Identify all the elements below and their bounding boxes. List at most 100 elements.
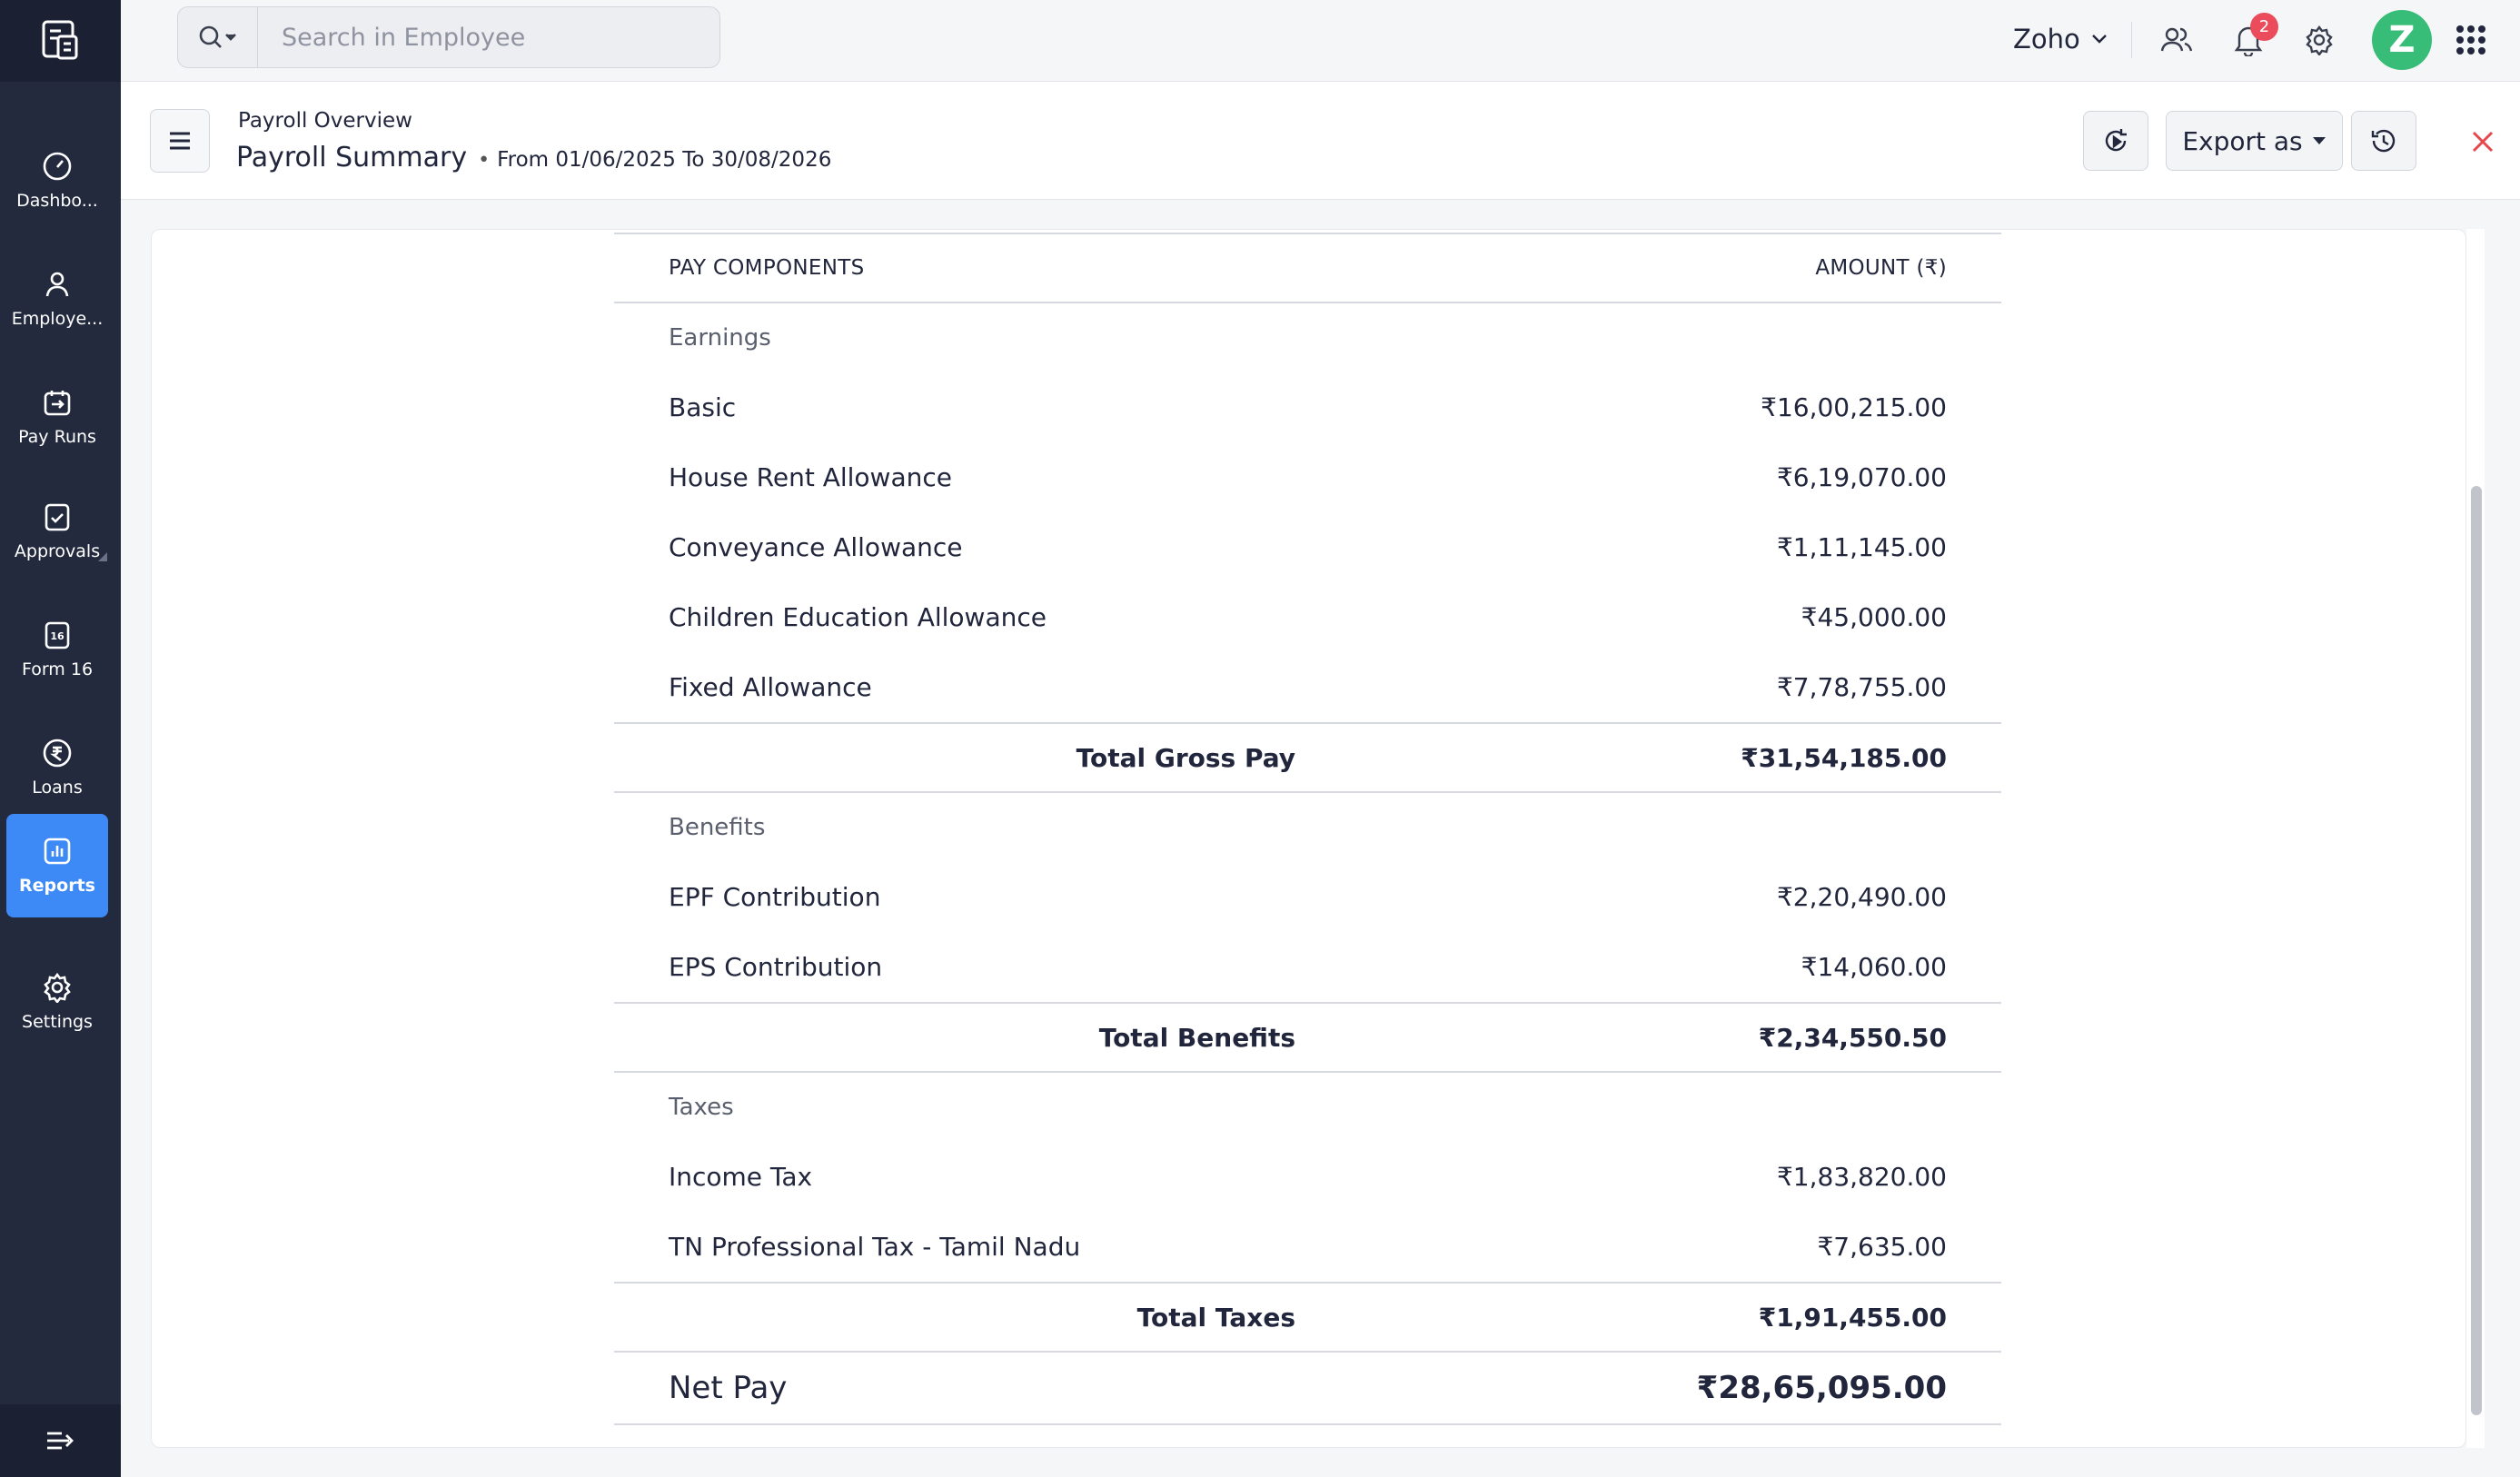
sidebar-item-form16[interactable]: 16 Form 16 [6, 598, 108, 701]
sidebar-item-label: Employe... [11, 309, 104, 329]
hamburger-icon [170, 132, 190, 150]
sidebar-item-label: Approvals [14, 541, 101, 561]
table-row: Children Education Allowance ₹45,000.00 [614, 582, 2001, 652]
app-launcher-button[interactable] [2451, 20, 2491, 60]
component-name: House Rent Allowance [669, 462, 952, 492]
sidebar-item-approvals[interactable]: Approvals [6, 480, 108, 583]
sidebar-item-label: Dashbo... [16, 191, 98, 211]
page-title-block: Payroll Summary • From 01/06/2025 To 30/… [236, 142, 831, 173]
sidebar-item-employees[interactable]: Employe... [6, 247, 108, 351]
settings-button[interactable] [2299, 20, 2339, 60]
reports-chart-icon [44, 838, 71, 865]
sidebar-item-label: Form 16 [21, 659, 94, 679]
search-icon [199, 25, 236, 48]
chevron-down-icon [2091, 35, 2107, 44]
report-menu-button[interactable] [150, 109, 210, 173]
table-row: EPS Contribution ₹14,060.00 [614, 932, 2001, 1002]
gear-icon [44, 972, 71, 1003]
title-separator: • [478, 149, 491, 172]
approvals-check-icon [45, 503, 70, 531]
refresh-icon [2105, 129, 2127, 152]
component-name: Fixed Allowance [669, 672, 872, 702]
table-row: EPF Contribution ₹2,20,490.00 [614, 862, 2001, 932]
sidebar-item-pay-runs[interactable]: Pay Runs [6, 365, 108, 469]
total-label: Total Gross Pay [1076, 742, 1295, 773]
component-amount[interactable]: ₹6,19,070.00 [1777, 462, 1947, 492]
total-row-gross-pay: Total Gross Pay ₹31,54,185.00 [614, 722, 2001, 793]
sidebar-item-label: Settings [22, 1012, 93, 1032]
notification-badge: 2 [2250, 13, 2278, 41]
component-amount[interactable]: ₹16,00,215.00 [1761, 392, 1947, 422]
employee-person-icon [45, 272, 69, 297]
search-input[interactable] [258, 7, 719, 67]
total-row-taxes: Total Taxes ₹1,91,455.00 [614, 1282, 2001, 1353]
users-button[interactable] [2157, 20, 2197, 60]
total-label: Total Taxes [1136, 1302, 1295, 1333]
users-icon [2160, 27, 2193, 52]
table-row: Conveyance Allowance ₹1,11,145.00 [614, 512, 2001, 582]
total-amount: ₹31,54,185.00 [1741, 742, 1947, 773]
net-pay-row: Net Pay ₹28,65,095.00 [614, 1353, 2001, 1425]
table-row: TN Professional Tax - Tamil Nadu ₹7,635.0… [614, 1212, 2001, 1282]
table-header-row: PAY COMPONENTS AMOUNT (₹) [614, 234, 2001, 303]
section-benefits: Benefits [614, 793, 2001, 862]
column-header-components: PAY COMPONENTS [669, 256, 865, 280]
resize-corner-icon [98, 552, 107, 561]
table-row: Fixed Allowance ₹7,78,755.00 [614, 652, 2001, 722]
sidebar-item-label: Pay Runs [18, 427, 96, 447]
net-pay-amount: ₹28,65,095.00 [1696, 1370, 1947, 1406]
sidebar-item-settings[interactable]: Settings [6, 950, 108, 1054]
date-range: From 01/06/2025 To 30/08/2026 [497, 148, 832, 172]
org-switcher[interactable]: Zoho [2013, 24, 2108, 55]
pay-runs-icon [44, 391, 71, 416]
total-amount: ₹2,34,550.50 [1758, 1022, 1947, 1053]
section-label: Taxes [669, 1094, 734, 1121]
sidebar-item-label: Loans [32, 778, 83, 798]
component-amount[interactable]: ₹7,635.00 [1817, 1232, 1947, 1262]
export-as-button[interactable]: Export as [2166, 111, 2343, 171]
gear-icon [2306, 25, 2333, 55]
payroll-summary-table: PAY COMPONENTS AMOUNT (₹) Earnings Basic… [614, 233, 2001, 1425]
component-amount[interactable]: ₹14,060.00 [1801, 952, 1947, 982]
section-earnings: Earnings [614, 303, 2001, 372]
avatar[interactable]: Z [2372, 10, 2432, 70]
report-card: PAY COMPONENTS AMOUNT (₹) Earnings Basic… [151, 229, 2466, 1448]
collapse-sidebar-button[interactable] [0, 1404, 121, 1477]
rupee-coin-icon [43, 738, 72, 768]
collapse-arrow-icon [46, 1432, 74, 1450]
org-name: Zoho [2013, 24, 2080, 55]
section-taxes: Taxes [614, 1073, 2001, 1142]
sidebar-item-dashboard[interactable]: Dashbo... [6, 129, 108, 233]
component-amount[interactable]: ₹45,000.00 [1801, 602, 1947, 632]
total-amount: ₹1,91,455.00 [1758, 1302, 1947, 1333]
payroll-logo-icon [42, 20, 77, 60]
sidebar-item-loans[interactable]: Loans [6, 716, 108, 819]
sidebar: Dashbo... Employe... Pay Runs Approvals … [0, 0, 121, 1477]
sidebar-item-reports[interactable]: Reports [6, 814, 108, 917]
divider [2131, 22, 2132, 58]
refresh-button[interactable] [2083, 111, 2148, 171]
sidebar-item-label: Reports [19, 876, 95, 896]
component-amount[interactable]: ₹7,78,755.00 [1777, 672, 1947, 702]
section-label: Benefits [669, 814, 766, 841]
report-header: Payroll Overview Payroll Summary • From … [121, 82, 2520, 200]
history-clock-icon [2371, 129, 2396, 153]
search-box [177, 6, 720, 68]
total-row-benefits: Total Benefits ₹2,34,550.50 [614, 1002, 2001, 1073]
component-amount[interactable]: ₹1,11,145.00 [1777, 532, 1947, 562]
scrollbar-thumb[interactable] [2471, 486, 2482, 1415]
app-logo[interactable] [0, 0, 121, 82]
table-row: Basic ₹16,00,215.00 [614, 372, 2001, 442]
component-amount[interactable]: ₹2,20,490.00 [1777, 882, 1947, 912]
net-pay-label: Net Pay [669, 1370, 788, 1406]
search-scope-button[interactable] [178, 7, 258, 67]
component-name: Children Education Allowance [669, 602, 1047, 632]
component-amount[interactable]: ₹1,83,820.00 [1777, 1162, 1947, 1192]
history-button[interactable] [2351, 111, 2416, 171]
svg-text:16: 16 [50, 630, 64, 642]
section-label: Earnings [669, 324, 771, 352]
total-label: Total Benefits [1098, 1022, 1295, 1053]
close-button[interactable] [2465, 124, 2501, 160]
component-name: EPS Contribution [669, 952, 883, 982]
component-name: Income Tax [669, 1162, 813, 1192]
